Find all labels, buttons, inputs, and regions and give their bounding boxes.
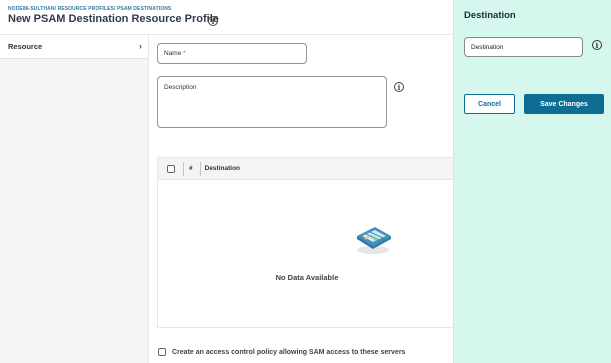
panel-title: Destination: [464, 10, 516, 21]
destination-info-icon[interactable]: i: [592, 40, 602, 50]
destination-input[interactable]: Destination: [464, 37, 583, 57]
overlay-scrim: [0, 0, 453, 363]
page: NODE86-SULTHAN/ RESOURCE PROFILES/ PSAM …: [0, 0, 611, 363]
save-changes-button[interactable]: Save Changes: [524, 94, 604, 114]
destination-panel: Destination Destination i Cancel Save Ch…: [453, 0, 611, 363]
cancel-button[interactable]: Cancel: [464, 94, 515, 114]
